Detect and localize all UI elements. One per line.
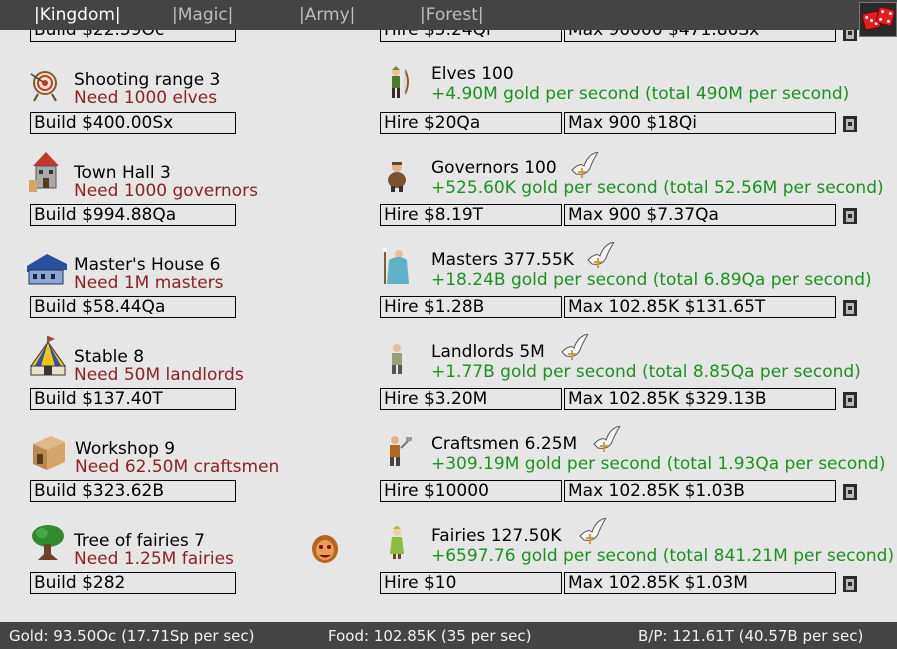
dove-icon [561, 334, 589, 360]
hire-max-button[interactable]: Max 900 $7.37Qa [564, 204, 836, 226]
unit-name: Craftsmen 6.25M [431, 434, 578, 454]
town-hall-icon [29, 152, 59, 192]
building-name: Tree of fairies 7 [74, 531, 205, 551]
kingdom-row: Workshop 9 Need 62.50M craftsmen Build $… [0, 426, 897, 528]
building-name: Town Hall 3 [74, 163, 171, 183]
tab-army-label[interactable]: |Army| [299, 5, 355, 27]
hire-button[interactable]: Hire $1.28B [380, 296, 562, 318]
hire-button[interactable]: Hire $8.19T [380, 204, 562, 226]
fairy-icon [390, 526, 404, 559]
building-name: Master's House 6 [74, 255, 221, 275]
unit-name: Elves 100 [431, 64, 514, 84]
dice-icon[interactable] [859, 2, 897, 37]
governor-icon [388, 162, 406, 192]
building-requirement: Need 1000 governors [74, 181, 258, 201]
build-button[interactable]: Build $994.88Qa [30, 204, 236, 226]
building-requirement: Need 1000 elves [74, 88, 218, 108]
unit-name: Fairies 127.50K [431, 526, 562, 546]
hire-button[interactable]: Hire $10 [380, 572, 562, 594]
kingdom-row: Town Hall 3 Need 1000 governors Build $9… [0, 152, 897, 252]
hire-button[interactable]: Hire $20Qa [380, 112, 562, 134]
wizard-icon [383, 248, 409, 284]
building-requirement: Need 50M landlords [74, 365, 244, 385]
hire-button[interactable]: Hire $10000 [380, 480, 562, 502]
dove-icon [587, 242, 615, 268]
dove-icon [593, 426, 621, 452]
tower-icon[interactable] [843, 392, 857, 408]
food-status: Food: 102.85K (35 per sec) [328, 627, 532, 645]
tab-kingdom-label[interactable]: |Kingdom| [34, 5, 121, 27]
tree-icon [32, 525, 64, 560]
unit-production: +18.24B gold per second (total 6.89Qa pe… [431, 270, 872, 290]
building-requirement: Need 1M masters [74, 273, 224, 293]
unit-name: Landlords 5M [431, 342, 545, 362]
tent-icon [30, 336, 66, 376]
build-button[interactable]: Build $137.40T [30, 388, 236, 410]
hire-max-button[interactable]: Max 102.85K $1.03B [564, 480, 836, 502]
tower-icon[interactable] [843, 484, 857, 500]
tab-forest-label[interactable]: |Forest| [420, 5, 484, 27]
dove-icon [579, 518, 607, 544]
tower-icon[interactable] [843, 116, 857, 132]
building-name: Workshop 9 [75, 439, 176, 459]
unit-production: +4.90M gold per second (total 490M per s… [431, 84, 850, 104]
elf-archer-icon [392, 66, 409, 98]
target-icon [30, 71, 57, 102]
unit-production: +1.77B gold per second (total 8.85Qa per… [431, 362, 861, 382]
bp-status: B/P: 121.61T (40.57B per sec) [638, 627, 864, 645]
hire-max-button[interactable]: Max 900 $18Qi [564, 112, 836, 134]
build-button[interactable]: Build $400.00Sx [30, 112, 236, 134]
demon-face-icon[interactable] [311, 534, 339, 564]
workshop-icon [33, 436, 65, 470]
dove-icon [571, 152, 599, 178]
building-name: Shooting range 3 [74, 70, 221, 90]
unit-production: +309.19M gold per second (total 1.93Qa p… [431, 454, 886, 474]
unit-name: Masters 377.55K [431, 250, 574, 270]
build-button[interactable]: Build $323.62B [30, 480, 236, 502]
building-requirement: Need 1.25M fairies [74, 549, 234, 569]
build-button[interactable]: Build $282 [30, 572, 236, 594]
kingdom-row: Stable 8 Need 50M landlords Build $137.4… [0, 334, 897, 436]
kingdom-row: Master's House 6 Need 1M masters Build $… [0, 242, 897, 344]
tower-icon[interactable] [843, 576, 857, 592]
building-name: Stable 8 [74, 347, 145, 367]
landlord-icon [392, 344, 402, 374]
status-bar: Gold: 93.50Oc (17.71Sp per sec) Food: 10… [0, 622, 897, 649]
tower-icon[interactable] [843, 300, 857, 316]
hire-button[interactable]: Hire $3.20M [380, 388, 562, 410]
build-button[interactable]: Build $58.44Qa [30, 296, 236, 318]
kingdom-row: Shooting range 3 Need 1000 elves Build $… [0, 64, 897, 160]
unit-production: +6597.76 gold per second (total 841.21M … [431, 546, 895, 566]
unit-production: +525.60K gold per second (total 52.56M p… [431, 178, 884, 198]
hire-max-button[interactable]: Max 102.85K $131.65T [564, 296, 836, 318]
hire-max-button[interactable]: Max 102.85K $1.03M [564, 572, 836, 594]
craftsman-icon [390, 436, 412, 466]
building-requirement: Need 62.50M craftsmen [75, 457, 280, 477]
gold-status: Gold: 93.50Oc (17.71Sp per sec) [9, 627, 255, 645]
house-icon [27, 254, 67, 285]
tower-icon[interactable] [843, 208, 857, 224]
kingdom-row: Tree of fairies 7 Need 1.25M fairies Bui… [0, 518, 897, 620]
hire-max-button[interactable]: Max 102.85K $329.13B [564, 388, 836, 410]
unit-name: Governors 100 [431, 158, 557, 178]
tab-magic-label[interactable]: |Magic| [172, 5, 233, 27]
tab-bar-bg: |Kingdom| |Magic| |Army| |Forest| [0, 0, 857, 30]
